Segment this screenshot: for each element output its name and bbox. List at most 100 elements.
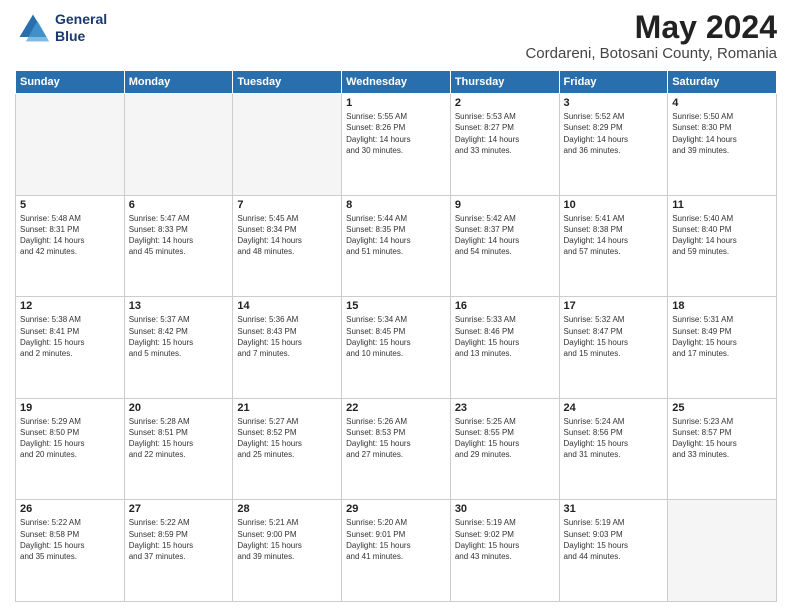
day-info: Sunrise: 5:42 AM Sunset: 8:37 PM Dayligh… <box>455 213 555 258</box>
calendar-cell <box>668 500 777 602</box>
day-info: Sunrise: 5:28 AM Sunset: 8:51 PM Dayligh… <box>129 416 229 461</box>
day-number: 12 <box>20 300 120 312</box>
calendar-cell: 21 Sunrise: 5:27 AM Sunset: 8:52 PM Dayli… <box>233 398 342 500</box>
day-number: 15 <box>346 300 446 312</box>
day-info: Sunrise: 5:37 AM Sunset: 8:42 PM Dayligh… <box>129 314 229 359</box>
day-info: Sunrise: 5:48 AM Sunset: 8:31 PM Dayligh… <box>20 213 120 258</box>
day-info: Sunrise: 5:27 AM Sunset: 8:52 PM Dayligh… <box>237 416 337 461</box>
day-info: Sunrise: 5:20 AM Sunset: 9:01 PM Dayligh… <box>346 517 446 562</box>
calendar-cell: 28Sunrise: 5:21 AM Sunset: 9:00 PM Dayli… <box>233 500 342 602</box>
day-number: 8 <box>346 199 446 211</box>
day-info: Sunrise: 5:55 AM Sunset: 8:26 PM Dayligh… <box>346 111 446 156</box>
calendar-cell: 19 Sunrise: 5:29 AM Sunset: 8:50 PM Dayli… <box>16 398 125 500</box>
day-info: Sunrise: 5:53 AM Sunset: 8:27 PM Dayligh… <box>455 111 555 156</box>
calendar-cell: 25Sunrise: 5:23 AM Sunset: 8:57 PM Dayli… <box>668 398 777 500</box>
logo-icon <box>15 10 51 46</box>
day-number: 14 <box>237 300 337 312</box>
day-info: Sunrise: 5:32 AM Sunset: 8:47 PM Dayligh… <box>564 314 664 359</box>
day-number: 27 <box>129 503 229 515</box>
day-number: 16 <box>455 300 555 312</box>
day-number: 4 <box>672 97 772 109</box>
day-number: 21 <box>237 402 337 414</box>
weekday-header: Sunday <box>16 71 125 94</box>
sub-title: Cordareni, Botosani County, Romania <box>525 45 777 62</box>
day-info: Sunrise: 5:45 AM Sunset: 8:34 PM Dayligh… <box>237 213 337 258</box>
calendar-cell: 31Sunrise: 5:19 AM Sunset: 9:03 PM Dayli… <box>559 500 668 602</box>
day-number: 24 <box>564 402 664 414</box>
day-info: Sunrise: 5:26 AM Sunset: 8:53 PM Dayligh… <box>346 416 446 461</box>
calendar-cell: 8 Sunrise: 5:44 AM Sunset: 8:35 PM Daylig… <box>342 195 451 297</box>
weekday-header: Tuesday <box>233 71 342 94</box>
day-number: 31 <box>564 503 664 515</box>
main-title: May 2024 <box>525 10 777 45</box>
calendar-week-row: 19 Sunrise: 5:29 AM Sunset: 8:50 PM Dayli… <box>16 398 777 500</box>
calendar-week-row: 1Sunrise: 5:55 AM Sunset: 8:26 PM Daylig… <box>16 94 777 196</box>
day-info: Sunrise: 5:38 AM Sunset: 8:41 PM Dayligh… <box>20 314 120 359</box>
calendar-cell: 16 Sunrise: 5:33 AM Sunset: 8:46 PM Dayli… <box>450 297 559 399</box>
calendar-cell <box>124 94 233 196</box>
calendar-cell: 22 Sunrise: 5:26 AM Sunset: 8:53 PM Dayli… <box>342 398 451 500</box>
calendar-cell: 3 Sunrise: 5:52 AM Sunset: 8:29 PM Daylig… <box>559 94 668 196</box>
calendar-week-row: 12 Sunrise: 5:38 AM Sunset: 8:41 PM Dayli… <box>16 297 777 399</box>
calendar-table: SundayMondayTuesdayWednesdayThursdayFrid… <box>15 70 777 602</box>
calendar-cell: 7 Sunrise: 5:45 AM Sunset: 8:34 PM Daylig… <box>233 195 342 297</box>
calendar-cell: 14 Sunrise: 5:36 AM Sunset: 8:43 PM Dayli… <box>233 297 342 399</box>
calendar-cell: 26Sunrise: 5:22 AM Sunset: 8:58 PM Dayli… <box>16 500 125 602</box>
calendar-cell: 18 Sunrise: 5:31 AM Sunset: 8:49 PM Dayli… <box>668 297 777 399</box>
day-info: Sunrise: 5:40 AM Sunset: 8:40 PM Dayligh… <box>672 213 772 258</box>
day-number: 2 <box>455 97 555 109</box>
day-info: Sunrise: 5:31 AM Sunset: 8:49 PM Dayligh… <box>672 314 772 359</box>
day-info: Sunrise: 5:29 AM Sunset: 8:50 PM Dayligh… <box>20 416 120 461</box>
calendar-cell: 2 Sunrise: 5:53 AM Sunset: 8:27 PM Daylig… <box>450 94 559 196</box>
day-number: 17 <box>564 300 664 312</box>
calendar-cell <box>233 94 342 196</box>
calendar-cell: 11Sunrise: 5:40 AM Sunset: 8:40 PM Dayli… <box>668 195 777 297</box>
day-info: Sunrise: 5:47 AM Sunset: 8:33 PM Dayligh… <box>129 213 229 258</box>
day-number: 19 <box>20 402 120 414</box>
weekday-header: Saturday <box>668 71 777 94</box>
calendar-cell <box>16 94 125 196</box>
calendar-cell: 12 Sunrise: 5:38 AM Sunset: 8:41 PM Dayli… <box>16 297 125 399</box>
day-number: 5 <box>20 199 120 211</box>
calendar-cell: 6 Sunrise: 5:47 AM Sunset: 8:33 PM Daylig… <box>124 195 233 297</box>
calendar-week-row: 26Sunrise: 5:22 AM Sunset: 8:58 PM Dayli… <box>16 500 777 602</box>
day-number: 22 <box>346 402 446 414</box>
day-number: 7 <box>237 199 337 211</box>
calendar-cell: 20Sunrise: 5:28 AM Sunset: 8:51 PM Dayli… <box>124 398 233 500</box>
day-info: Sunrise: 5:50 AM Sunset: 8:30 PM Dayligh… <box>672 111 772 156</box>
weekday-header: Friday <box>559 71 668 94</box>
logo: General Blue <box>15 10 107 46</box>
calendar-cell: 29Sunrise: 5:20 AM Sunset: 9:01 PM Dayli… <box>342 500 451 602</box>
day-info: Sunrise: 5:44 AM Sunset: 8:35 PM Dayligh… <box>346 213 446 258</box>
day-number: 9 <box>455 199 555 211</box>
title-block: May 2024 Cordareni, Botosani County, Rom… <box>525 10 777 62</box>
calendar-cell: 13Sunrise: 5:37 AM Sunset: 8:42 PM Dayli… <box>124 297 233 399</box>
day-number: 3 <box>564 97 664 109</box>
calendar-cell: 1Sunrise: 5:55 AM Sunset: 8:26 PM Daylig… <box>342 94 451 196</box>
day-info: Sunrise: 5:22 AM Sunset: 8:59 PM Dayligh… <box>129 517 229 562</box>
calendar-cell: 30Sunrise: 5:19 AM Sunset: 9:02 PM Dayli… <box>450 500 559 602</box>
day-info: Sunrise: 5:33 AM Sunset: 8:46 PM Dayligh… <box>455 314 555 359</box>
calendar-cell: 24 Sunrise: 5:24 AM Sunset: 8:56 PM Dayli… <box>559 398 668 500</box>
calendar-cell: 15Sunrise: 5:34 AM Sunset: 8:45 PM Dayli… <box>342 297 451 399</box>
day-number: 10 <box>564 199 664 211</box>
calendar-cell: 17 Sunrise: 5:32 AM Sunset: 8:47 PM Dayli… <box>559 297 668 399</box>
day-number: 18 <box>672 300 772 312</box>
day-info: Sunrise: 5:24 AM Sunset: 8:56 PM Dayligh… <box>564 416 664 461</box>
calendar-cell: 27 Sunrise: 5:22 AM Sunset: 8:59 PM Dayli… <box>124 500 233 602</box>
day-info: Sunrise: 5:25 AM Sunset: 8:55 PM Dayligh… <box>455 416 555 461</box>
day-info: Sunrise: 5:41 AM Sunset: 8:38 PM Dayligh… <box>564 213 664 258</box>
day-info: Sunrise: 5:23 AM Sunset: 8:57 PM Dayligh… <box>672 416 772 461</box>
day-info: Sunrise: 5:36 AM Sunset: 8:43 PM Dayligh… <box>237 314 337 359</box>
day-number: 6 <box>129 199 229 211</box>
day-info: Sunrise: 5:21 AM Sunset: 9:00 PM Dayligh… <box>237 517 337 562</box>
calendar-cell: 9 Sunrise: 5:42 AM Sunset: 8:37 PM Daylig… <box>450 195 559 297</box>
weekday-header: Thursday <box>450 71 559 94</box>
day-info: Sunrise: 5:19 AM Sunset: 9:02 PM Dayligh… <box>455 517 555 562</box>
page: General Blue May 2024 Cordareni, Botosan… <box>0 0 792 612</box>
day-number: 23 <box>455 402 555 414</box>
calendar-cell: 10 Sunrise: 5:41 AM Sunset: 8:38 PM Dayli… <box>559 195 668 297</box>
day-info: Sunrise: 5:52 AM Sunset: 8:29 PM Dayligh… <box>564 111 664 156</box>
day-info: Sunrise: 5:22 AM Sunset: 8:58 PM Dayligh… <box>20 517 120 562</box>
calendar-cell: 5 Sunrise: 5:48 AM Sunset: 8:31 PM Daylig… <box>16 195 125 297</box>
